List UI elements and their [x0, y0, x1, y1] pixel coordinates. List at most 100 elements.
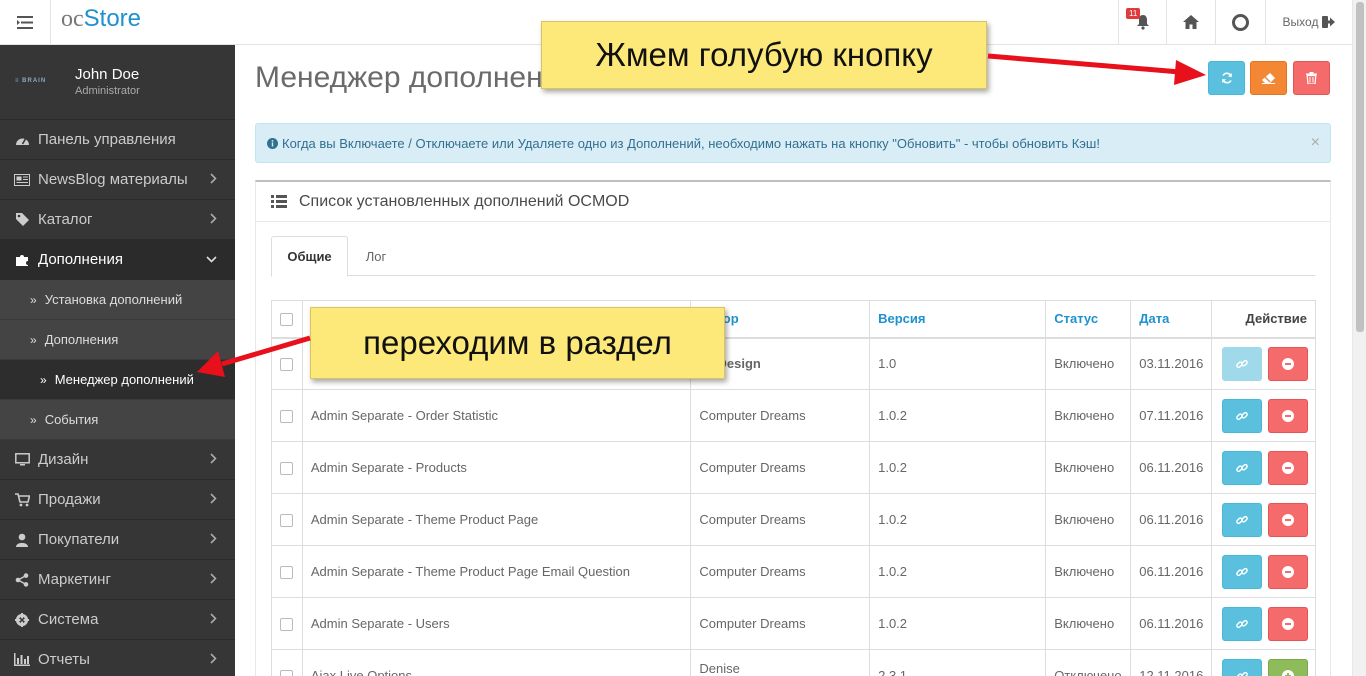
cell-date: 06.11.2016 — [1130, 597, 1213, 650]
enable-button[interactable] — [1268, 658, 1308, 676]
row-checkbox[interactable] — [280, 514, 294, 528]
minus-circle-icon — [1282, 513, 1294, 526]
trash-icon — [1306, 72, 1317, 84]
sidebar-item-label: Каталог — [38, 211, 93, 228]
cell-status: Включено — [1045, 389, 1132, 442]
column-header-status[interactable]: Статус — [1045, 300, 1132, 339]
disable-button[interactable] — [1268, 398, 1308, 433]
row-checkbox[interactable] — [280, 618, 294, 632]
refresh-button[interactable] — [1208, 61, 1245, 95]
logo[interactable]: ocStore — [61, 5, 141, 33]
info-alert: Когда вы Включаете / Отключаете или Удал… — [255, 123, 1331, 163]
sidebar-subitem-modifications[interactable]: » Менеджер дополнений — [0, 360, 235, 400]
disable-button[interactable] — [1268, 346, 1308, 381]
user-role: Administrator — [75, 85, 140, 97]
clear-log-button[interactable] — [1250, 61, 1287, 95]
cell-date: 03.11.2016 — [1130, 337, 1213, 390]
disable-button[interactable] — [1268, 502, 1308, 537]
sidebar-subitem-events[interactable]: » События — [0, 400, 235, 440]
minus-circle-icon — [1282, 617, 1294, 630]
logout-button[interactable]: Выход — [1265, 0, 1352, 44]
disable-button[interactable] — [1268, 554, 1308, 589]
column-header-version[interactable]: Версия — [869, 300, 1047, 339]
cell-version: 1.0.2 — [869, 493, 1047, 546]
table-row: Admin Separate - Users Computer Dreams 1… — [271, 597, 1316, 650]
plus-circle-icon — [1282, 669, 1294, 676]
tab-log[interactable]: Лог — [351, 236, 401, 276]
column-header-date[interactable]: Дата — [1130, 300, 1213, 339]
row-select-cell — [271, 441, 303, 494]
newspaper-icon — [12, 173, 32, 186]
logo-oc: oc — [61, 6, 84, 32]
menu-toggle-button[interactable] — [0, 0, 51, 44]
link-button[interactable] — [1222, 450, 1263, 485]
cell-version: 1.0.2 — [869, 597, 1047, 650]
row-checkbox[interactable] — [280, 410, 294, 424]
help-button[interactable] — [1215, 0, 1265, 44]
minus-circle-icon — [1282, 461, 1294, 474]
cog-icon — [12, 612, 32, 627]
home-button[interactable] — [1166, 0, 1215, 44]
cell-version: 1.0.2 — [869, 545, 1047, 598]
sidebar-item-design[interactable]: Дизайн — [0, 440, 235, 480]
row-checkbox[interactable] — [280, 566, 294, 580]
sidebar-item-extensions[interactable]: Дополнения — [0, 240, 235, 280]
sidebar-item-customers[interactable]: Покупатели — [0, 520, 235, 560]
row-select-cell — [271, 389, 303, 442]
sidebar-subitem-install[interactable]: » Установка дополнений — [0, 280, 235, 320]
page-title: Менеджер дополнений — [255, 61, 577, 94]
cell-name: Admin Separate - Theme Product Page — [301, 493, 692, 546]
cell-actions — [1211, 649, 1316, 676]
cell-status: Отключено — [1045, 649, 1132, 676]
minus-circle-icon — [1282, 409, 1294, 422]
row-checkbox[interactable] — [280, 670, 294, 676]
link-button[interactable] — [1222, 606, 1263, 641]
cell-author: Computer Dreams — [690, 441, 871, 494]
brand-logo: ≡ BRAIN — [15, 78, 47, 84]
column-header-action: Действие — [1211, 300, 1316, 339]
select-all-checkbox[interactable] — [280, 313, 294, 327]
home-icon — [1183, 15, 1199, 29]
cell-name: Admin Separate - Users — [301, 597, 692, 650]
link-icon — [1236, 463, 1249, 472]
cell-actions — [1211, 545, 1316, 598]
table-row: Ajax Live Options Denise (rei7092@gmail.… — [271, 649, 1316, 676]
user-profile[interactable]: ≡ BRAIN John Doe Administrator — [0, 45, 235, 120]
delete-button[interactable] — [1293, 61, 1330, 95]
scrollbar-thumb[interactable] — [1356, 2, 1364, 332]
close-icon[interactable]: × — [1311, 134, 1320, 152]
sidebar-item-newsblog[interactable]: NewsBlog материалы — [0, 160, 235, 200]
cell-name: Admin Separate - Products — [301, 441, 692, 494]
link-button[interactable] — [1222, 346, 1263, 381]
link-button[interactable] — [1222, 554, 1263, 589]
sidebar-subitem-label: Менеджер дополнений — [54, 372, 194, 387]
sidebar-subitem-extensions[interactable]: » Дополнения — [0, 320, 235, 360]
row-checkbox[interactable] — [280, 462, 294, 476]
link-button[interactable] — [1222, 658, 1263, 676]
minus-circle-icon — [1282, 565, 1294, 578]
page-scrollbar[interactable] — [1352, 0, 1366, 676]
sidebar-item-marketing[interactable]: Маркетинг — [0, 560, 235, 600]
row-checkbox[interactable] — [280, 358, 294, 372]
sidebar-item-catalog[interactable]: Каталог — [0, 200, 235, 240]
sidebar-item-label: Панель управления — [38, 131, 176, 148]
row-select-cell — [271, 545, 303, 598]
sidebar-item-reports[interactable]: Отчеты — [0, 640, 235, 676]
hamburger-icon — [17, 15, 33, 29]
sidebar-item-sales[interactable]: Продажи — [0, 480, 235, 520]
link-button[interactable] — [1222, 398, 1263, 433]
cell-actions — [1211, 389, 1316, 442]
disable-button[interactable] — [1268, 606, 1308, 641]
sidebar-item-system[interactable]: Система — [0, 600, 235, 640]
notifications-button[interactable]: 11 — [1118, 0, 1166, 44]
eraser-icon — [1262, 72, 1275, 84]
disable-button[interactable] — [1268, 450, 1308, 485]
chevron-right-icon — [210, 653, 217, 664]
link-button[interactable] — [1222, 502, 1263, 537]
tab-general[interactable]: Общие — [271, 236, 348, 277]
double-chevron-icon: » — [40, 372, 47, 387]
cell-version: 1.0 — [869, 337, 1047, 390]
sidebar-item-label: Дизайн — [38, 451, 89, 468]
sidebar-item-label: Дополнения — [38, 251, 123, 268]
sidebar-item-dashboard[interactable]: Панель управления — [0, 120, 235, 160]
